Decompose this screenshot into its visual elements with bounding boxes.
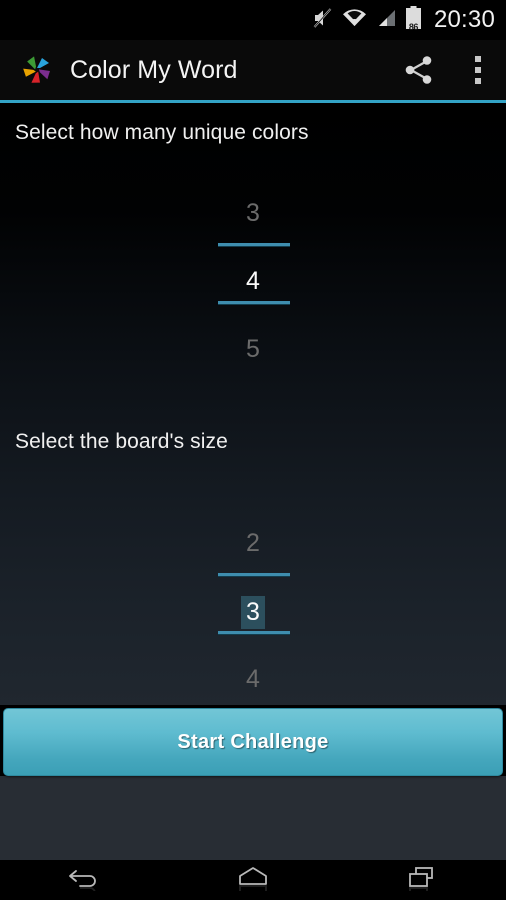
picker-next-value[interactable]: 5 — [190, 334, 316, 364]
overflow-dot — [475, 56, 481, 62]
share-icon[interactable] — [388, 40, 450, 100]
overflow-dot — [475, 67, 481, 73]
picker-next-value[interactable]: 4 — [190, 664, 316, 694]
picker-selection-highlight[interactable]: 3 — [241, 596, 265, 629]
picker-divider-top — [218, 573, 290, 576]
overflow-menu-icon[interactable] — [450, 40, 506, 100]
battery-icon: 86 — [405, 5, 422, 35]
home-icon[interactable] — [193, 860, 313, 900]
action-bar: Color My Word — [0, 40, 506, 100]
picker-previous-value[interactable]: 3 — [190, 198, 316, 228]
status-clock: 20:30 — [433, 6, 495, 33]
picker-selected-value[interactable]: 3 — [190, 596, 316, 629]
app-title: Color My Word — [70, 55, 238, 84]
unique-colors-number-picker[interactable]: 3 4 5 — [190, 198, 316, 398]
board-size-number-picker[interactable]: 2 3 4 — [190, 528, 316, 728]
app-screen: 86 20:30 Color My Word Select how many u… — [0, 0, 506, 900]
battery-level: 86 — [408, 21, 419, 32]
bottom-background — [0, 776, 506, 860]
picker-divider-bottom — [218, 631, 290, 634]
cellular-signal-icon — [376, 8, 396, 33]
picker-divider-top — [218, 243, 290, 246]
overflow-dot — [475, 78, 481, 84]
system-navigation-bar — [0, 860, 506, 900]
status-bar: 86 20:30 — [0, 0, 506, 40]
recents-icon[interactable] — [362, 860, 482, 900]
picker-divider-bottom — [218, 301, 290, 304]
pinwheel-app-icon — [20, 53, 54, 87]
board-size-label: Select the board's size — [15, 430, 228, 453]
mute-icon — [312, 7, 333, 34]
main-content: Select how many unique colors 3 4 5 Sele… — [0, 103, 506, 705]
wifi-icon — [342, 8, 367, 33]
start-challenge-button[interactable]: Start Challenge — [3, 708, 503, 776]
picker-previous-value[interactable]: 2 — [190, 528, 316, 558]
start-challenge-label: Start Challenge — [177, 730, 329, 753]
picker-selected-value[interactable]: 4 — [190, 266, 316, 296]
unique-colors-label: Select how many unique colors — [15, 121, 309, 144]
back-icon[interactable] — [24, 860, 144, 900]
